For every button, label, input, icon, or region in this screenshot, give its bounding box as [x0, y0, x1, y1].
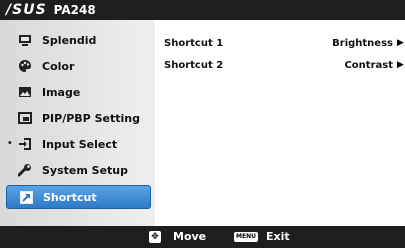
move-label: Move [173, 230, 207, 243]
sidebar-item-label: PIP/PBP Setting [42, 111, 140, 125]
osd-menu: /SUS PA248 Splendid Color Image PIP/PBP … [0, 0, 405, 248]
model-name: PA248 [53, 3, 96, 17]
arrow-right-icon: ▶ [397, 38, 404, 48]
sidebar-item-label: Shortcut [43, 190, 97, 204]
sidebar-item-label: Image [42, 85, 81, 99]
shortcut-1-row[interactable]: Shortcut 1 Brightness ▶ [164, 34, 405, 52]
sidebar-item-label: Splendid [42, 33, 97, 47]
move-icon: ✥ [149, 230, 161, 243]
exit-label: Exit [265, 230, 290, 243]
sidebar-item-image[interactable]: Image [6, 81, 149, 103]
bullet-icon: • [7, 139, 13, 149]
sidebar-item-label: Input Select [42, 137, 118, 151]
splendid-icon [17, 33, 33, 47]
sidebar-item-label: Color [42, 59, 75, 73]
sidebar-item-shortcut[interactable]: Shortcut [6, 185, 151, 209]
move-hint: ✥ Move [149, 230, 206, 243]
arrow-right-icon: ▶ [397, 60, 404, 70]
shortcut-icon [18, 190, 34, 204]
input-icon [17, 137, 33, 151]
sidebar: Splendid Color Image PIP/PBP Setting • I… [0, 20, 155, 226]
sidebar-item-label: System Setup [42, 163, 128, 177]
palette-icon [17, 59, 33, 73]
bottom-bar: ✥ Move MENU Exit [0, 226, 405, 248]
sidebar-item-splendid[interactable]: Splendid [6, 29, 149, 51]
wrench-icon [17, 163, 33, 177]
shortcut-2-value: Contrast [344, 59, 393, 71]
pip-icon [17, 111, 33, 125]
sidebar-item-input-select[interactable]: • Input Select [6, 133, 149, 155]
top-bar: /SUS PA248 [0, 0, 405, 20]
sidebar-item-system-setup[interactable]: System Setup [6, 159, 149, 181]
sidebar-item-pip-pbp[interactable]: PIP/PBP Setting [6, 107, 149, 129]
shortcut-1-value: Brightness [332, 37, 393, 49]
shortcut-2-label: Shortcut 2 [164, 59, 224, 71]
exit-hint: MENU Exit [234, 230, 290, 243]
image-icon [17, 85, 33, 99]
brand-logo: /SUS [6, 2, 47, 18]
shortcut-1-label: Shortcut 1 [164, 37, 224, 49]
shortcut-2-row[interactable]: Shortcut 2 Contrast ▶ [164, 56, 405, 74]
sidebar-item-color[interactable]: Color [6, 55, 149, 77]
shortcut-panel: Shortcut 1 Brightness ▶ Shortcut 2 Contr… [155, 20, 405, 226]
menu-key-icon: MENU [234, 231, 258, 242]
